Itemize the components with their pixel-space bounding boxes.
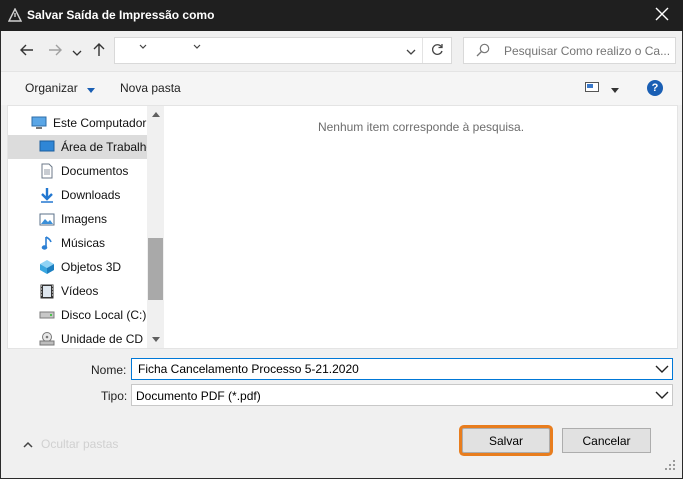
hide-folders-toggle[interactable]: Ocultar pastas: [23, 437, 118, 451]
nav-pane-scrollbar[interactable]: [147, 106, 164, 348]
breadcrumb-chevron-icon[interactable]: [139, 42, 147, 52]
file-name-label: Nome:: [91, 363, 127, 377]
nav-item-downloads[interactable]: Downloads: [8, 183, 147, 207]
address-bar[interactable]: [114, 37, 452, 64]
caret-down-icon: [611, 82, 619, 96]
caret-down-icon: [151, 335, 160, 344]
search-input[interactable]: [504, 42, 672, 60]
documents-icon: [39, 163, 55, 179]
nav-item-label: Disco Local (C:): [61, 308, 147, 322]
music-icon: [39, 235, 55, 251]
close-button[interactable]: [640, 0, 683, 31]
nav-item-label: Área de Trabalho: [61, 140, 147, 154]
cd-drive-icon: [39, 331, 55, 347]
back-button[interactable]: [17, 40, 37, 62]
warning-triangle-icon: [7, 7, 23, 22]
window-title: Salvar Saída de Impressão como: [27, 8, 215, 22]
nav-item-documentos[interactable]: Documentos: [8, 159, 147, 183]
search-icon: [476, 43, 490, 60]
close-icon: [655, 7, 669, 24]
nav-item-label: Imagens: [61, 212, 108, 226]
nav-item-imagens[interactable]: Imagens: [8, 207, 147, 231]
computer-icon: [31, 115, 47, 131]
downloads-icon: [39, 187, 55, 203]
resize-grip-icon[interactable]: [662, 457, 676, 471]
chevron-down-icon[interactable]: [655, 388, 669, 405]
recent-locations-button[interactable]: [69, 40, 85, 62]
hide-folders-label: Ocultar pastas: [41, 437, 119, 451]
nav-item-label: Unidade de CD (: [61, 332, 147, 346]
empty-results-message: Nenhum item corresponde à pesquisa.: [317, 120, 525, 134]
view-options-icon: [585, 81, 599, 96]
local-disk-icon: [39, 307, 55, 323]
file-name-combobox[interactable]: [131, 358, 673, 380]
chevron-down-icon[interactable]: [655, 362, 669, 379]
up-button[interactable]: [89, 40, 109, 62]
nav-item-area-de-trabalho[interactable]: Área de Trabalho: [8, 135, 147, 159]
nav-item-label: Objetos 3D: [61, 260, 122, 274]
nav-item-label: Downloads: [61, 188, 121, 202]
refresh-button[interactable]: [422, 38, 452, 63]
file-type-label: Tipo:: [101, 389, 128, 403]
pictures-icon: [39, 211, 55, 227]
file-name-input[interactable]: [138, 361, 648, 377]
search-box[interactable]: [463, 37, 676, 64]
save-button[interactable]: Salvar: [462, 428, 550, 453]
nav-item-objetos-3d[interactable]: Objetos 3D: [8, 255, 147, 279]
dialog-body: Organizar Nova pasta ? Este Computador: [0, 31, 683, 479]
arrow-left-icon: [20, 43, 34, 59]
scroll-up-button[interactable]: [147, 106, 164, 123]
file-list[interactable]: Nenhum item corresponde à pesquisa.: [165, 106, 677, 348]
nav-item-musicas[interactable]: Músicas: [8, 231, 147, 255]
cancel-button[interactable]: Cancelar: [562, 428, 651, 453]
desktop-icon: [39, 139, 55, 155]
scroll-down-button[interactable]: [147, 331, 164, 348]
scroll-thumb[interactable]: [148, 238, 163, 300]
chevron-down-icon: [72, 43, 82, 59]
breadcrumb-chevron-icon[interactable]: [193, 42, 201, 52]
videos-icon: [39, 283, 55, 299]
arrow-up-icon: [93, 42, 105, 60]
address-dropdown-button[interactable]: [398, 38, 422, 63]
file-type-select[interactable]: Documento PDF (*.pdf): [131, 384, 673, 406]
forward-button[interactable]: [45, 40, 65, 62]
nav-item-label: Este Computador: [53, 116, 147, 130]
organize-label: Organizar: [25, 81, 78, 95]
nav-item-label: Vídeos: [61, 284, 99, 298]
chevron-down-icon: [406, 44, 416, 58]
nav-item-disco-local[interactable]: Disco Local (C:): [8, 303, 147, 327]
title-bar: Salvar Saída de Impressão como: [0, 0, 683, 31]
navigation-pane: Este Computador Área de Trabalho Documen…: [8, 106, 147, 348]
view-options-button[interactable]: [585, 81, 619, 96]
chevron-up-icon: [23, 437, 33, 451]
nav-item-label: Músicas: [61, 236, 106, 250]
arrow-right-icon: [48, 43, 62, 59]
file-type-value: Documento PDF (*.pdf): [136, 389, 261, 403]
help-button[interactable]: ?: [647, 80, 663, 96]
caret-down-icon: [87, 82, 96, 96]
refresh-icon: [431, 43, 444, 59]
command-toolbar: Organizar Nova pasta ?: [1, 71, 682, 105]
organize-button[interactable]: Organizar: [25, 81, 96, 96]
caret-up-icon: [151, 110, 160, 119]
new-folder-button[interactable]: Nova pasta: [120, 81, 181, 95]
browse-area: Este Computador Área de Trabalho Documen…: [7, 105, 678, 349]
3d-objects-icon: [39, 259, 55, 275]
nav-item-label: Documentos: [61, 164, 129, 178]
nav-item-este-computador[interactable]: Este Computador: [8, 111, 147, 135]
nav-item-unidade-cd[interactable]: Unidade de CD (: [8, 327, 147, 348]
nav-item-videos[interactable]: Vídeos: [8, 279, 147, 303]
